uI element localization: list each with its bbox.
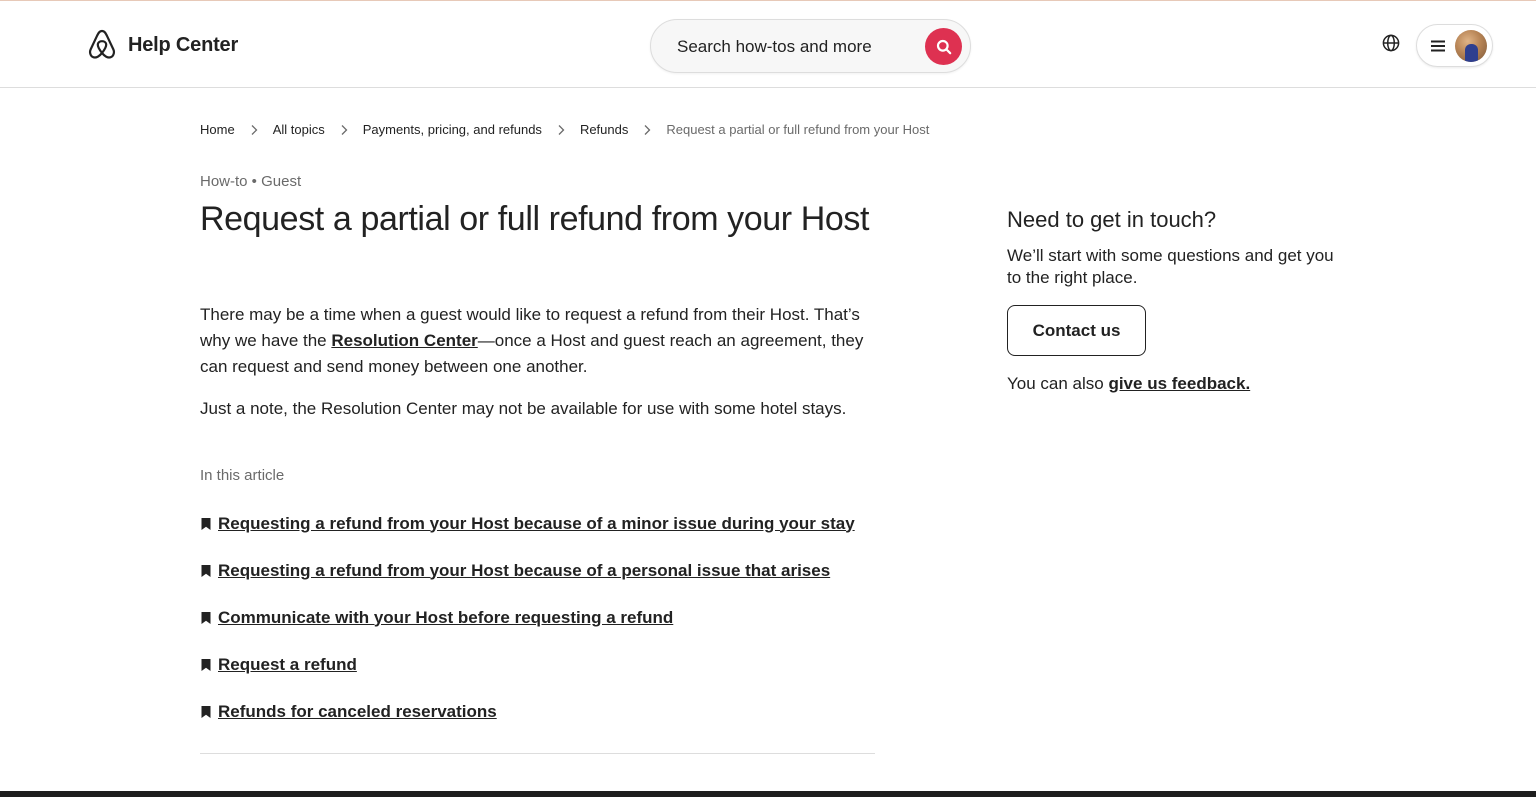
profile-menu-button[interactable] [1416,24,1493,67]
breadcrumb-home[interactable]: Home [200,122,235,137]
resolution-center-link[interactable]: Resolution Center [331,331,477,350]
feedback-line: You can also give us feedback. [1007,374,1250,394]
breadcrumb-payments[interactable]: Payments, pricing, and refunds [363,122,542,137]
search-icon [936,39,951,54]
avatar [1455,30,1487,62]
article-toc: Requesting a refund from your Host becau… [200,500,855,735]
bookmark-icon [201,564,211,577]
breadcrumb-current: Request a partial or full refund from yo… [666,122,930,137]
toc-link-request-refund[interactable]: Request a refund [218,655,357,675]
in-this-article-heading: In this article [200,467,285,484]
window-bottom-edge [0,791,1536,797]
search-button[interactable] [925,28,962,65]
article-intro-paragraph: There may be a time when a guest would l… [200,302,880,380]
contact-section-title: Need to get in touch? [1007,207,1217,232]
toc-item: Requesting a refund from your Host becau… [200,547,855,594]
breadcrumb: Home All topics Payments, pricing, and r… [200,122,929,137]
bookmark-icon [201,705,211,718]
breadcrumb-refunds[interactable]: Refunds [580,122,628,137]
contact-us-button[interactable]: Contact us [1007,305,1146,356]
toc-link-minor-issue[interactable]: Requesting a refund from your Host becau… [218,514,855,534]
globe-icon [1382,34,1400,52]
toc-item: Refunds for canceled reservations [200,688,855,735]
article-meta: How-to • Guest [200,173,302,190]
help-center-logo-link[interactable]: Help Center [86,28,238,62]
language-globe-button[interactable] [1378,30,1404,56]
bookmark-icon [201,517,211,530]
toc-link-personal-issue[interactable]: Requesting a refund from your Host becau… [218,561,830,581]
hamburger-menu-icon [1431,40,1445,52]
browser-frame: Help Center Search how-tos and more Home… [0,0,1536,797]
bookmark-icon [201,658,211,671]
site-header: Help Center [0,2,1536,88]
search-input[interactable] [677,34,917,60]
toc-item: Requesting a refund from your Host becau… [200,500,855,547]
page-title: Request a partial or full refund from yo… [200,200,870,238]
give-feedback-link[interactable]: give us feedback. [1108,374,1250,393]
chevron-right-icon [341,124,348,135]
feedback-text: You can also [1007,374,1109,393]
breadcrumb-all-topics[interactable]: All topics [273,122,325,137]
logo-text: Help Center [128,33,239,56]
article-note-paragraph: Just a note, the Resolution Center may n… [200,399,847,418]
toc-item: Request a refund [200,641,855,688]
contact-section-text: We’ll start with some questions and get … [1007,246,1334,287]
search-bar[interactable] [650,19,971,73]
chevron-right-icon [251,124,258,135]
chevron-right-icon [644,124,651,135]
toc-item: Communicate with your Host before reques… [200,594,855,641]
section-divider [200,753,875,754]
chevron-right-icon [558,124,565,135]
toc-link-communicate[interactable]: Communicate with your Host before reques… [218,608,673,628]
toc-link-canceled-reservations[interactable]: Refunds for canceled reservations [218,702,497,722]
bookmark-icon [201,611,211,624]
airbnb-logo-icon [88,29,116,59]
